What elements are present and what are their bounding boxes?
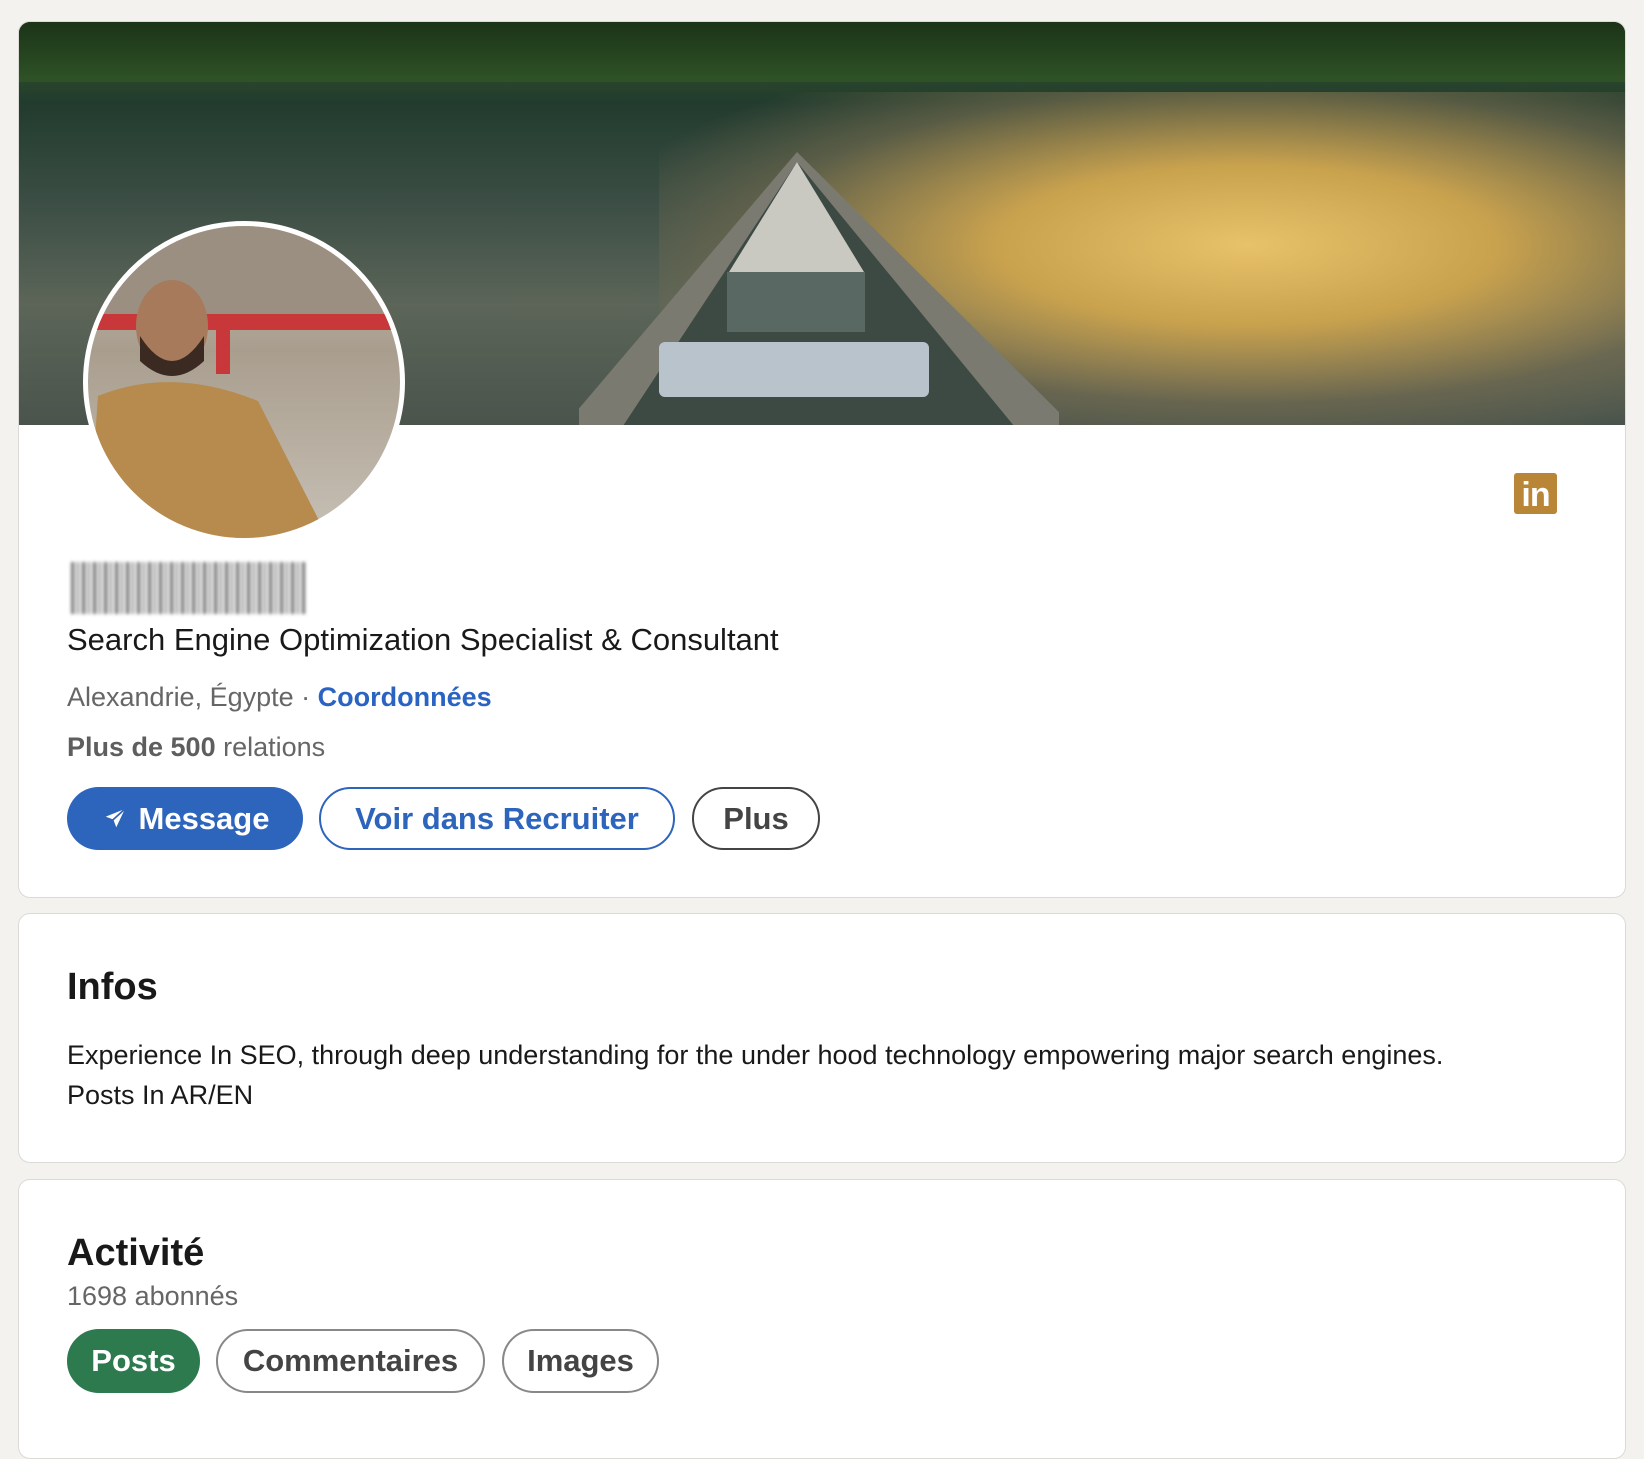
tab-posts[interactable]: Posts xyxy=(67,1329,200,1393)
activity-title: Activité xyxy=(67,1232,205,1274)
separator: · xyxy=(293,682,318,712)
view-in-recruiter-button[interactable]: Voir dans Recruiter xyxy=(319,787,675,850)
more-button[interactable]: Plus xyxy=(692,787,820,850)
followers-count: 1698 abonnés xyxy=(67,1281,239,1311)
profile-name-redacted xyxy=(71,562,306,614)
connections-count[interactable]: Plus de 500 relations xyxy=(67,732,325,763)
connections-label: relations xyxy=(215,732,326,762)
send-icon xyxy=(100,805,128,832)
location: Alexandrie, Égypte xyxy=(67,682,294,712)
about-card: Infos Experience In SEO, through deep un… xyxy=(18,913,1626,1163)
profile-avatar[interactable] xyxy=(83,221,405,543)
about-text-line1: Experience In SEO, through deep understa… xyxy=(67,1040,1444,1070)
message-button[interactable]: Message xyxy=(67,787,303,850)
connections-bold: Plus de 500 xyxy=(67,732,216,762)
activity-card: Activité 1698 abonnés Posts Commentaires… xyxy=(18,1179,1626,1459)
profile-card: in Search Engine Optimization Specialist… xyxy=(18,21,1626,898)
contact-info-link[interactable]: Coordonnées xyxy=(318,682,492,712)
message-label: Message xyxy=(138,800,270,836)
tab-comments[interactable]: Commentaires xyxy=(216,1329,485,1393)
tab-images[interactable]: Images xyxy=(502,1329,659,1393)
profile-location-line: Alexandrie, Égypte · Coordonnées xyxy=(67,682,492,713)
canoe-image xyxy=(579,152,1059,425)
about-text-line2: Posts In AR/EN xyxy=(67,1080,254,1110)
about-title: Infos xyxy=(67,966,158,1008)
linkedin-icon[interactable]: in xyxy=(1514,473,1557,514)
profile-headline: Search Engine Optimization Specialist & … xyxy=(67,622,779,657)
